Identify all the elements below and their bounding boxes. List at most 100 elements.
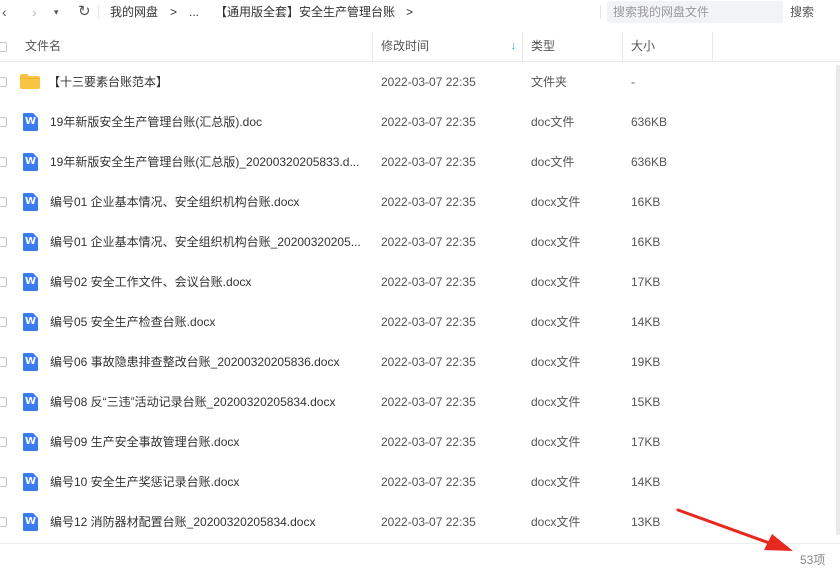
file-size: 16KB (631, 195, 661, 209)
file-type: doc文件 (531, 115, 575, 129)
file-modified-time: 2022-03-07 22:35 (381, 395, 476, 409)
file-type: doc文件 (531, 155, 575, 169)
file-name: 编号01 企业基本情况、安全组织机构台账.docx (50, 195, 300, 209)
file-type: docx文件 (531, 275, 581, 289)
file-modified-time: 2022-03-07 22:35 (381, 235, 476, 249)
file-type: docx文件 (531, 195, 581, 209)
breadcrumb-separator: > (406, 5, 414, 19)
breadcrumb-separator: > (170, 5, 178, 19)
back-icon[interactable]: ‹ (2, 3, 7, 21)
word-doc-icon: W (23, 353, 38, 371)
list-item[interactable]: W 编号02 安全工作文件、会议台账.docx 2022-03-07 22:35… (0, 262, 840, 302)
file-modified-time: 2022-03-07 22:35 (381, 275, 476, 289)
history-dropdown-icon[interactable]: ▾ (54, 3, 59, 21)
file-name: 编号08 反“三违”活动记录台账_20200320205834.docx (50, 395, 336, 409)
file-size: 14KB (631, 475, 661, 489)
row-checkbox[interactable] (0, 477, 7, 487)
row-checkbox[interactable] (0, 357, 7, 367)
file-type: docx文件 (531, 235, 581, 249)
top-toolbar: ‹ › ▾ ↻ 我的网盘 > ... 【通用版全套】安全生产管理台账 > 搜索我… (0, 0, 840, 25)
file-name: 【十三要素台账范本】 (48, 75, 169, 89)
word-doc-icon: W (23, 393, 38, 411)
file-modified-time: 2022-03-07 22:35 (381, 475, 476, 489)
file-size: 17KB (631, 275, 661, 289)
breadcrumb-my-drive[interactable]: 我的网盘 (110, 5, 158, 19)
file-modified-time: 2022-03-07 22:35 (381, 75, 476, 89)
list-item[interactable]: W 编号01 企业基本情况、安全组织机构台账_20200320205... 20… (0, 222, 840, 262)
search-input[interactable]: 搜索我的网盘文件 (607, 1, 783, 23)
word-doc-icon: W (23, 153, 38, 171)
row-checkbox[interactable] (0, 517, 7, 527)
word-doc-icon: W (23, 273, 38, 291)
file-type: docx文件 (531, 315, 581, 329)
row-checkbox[interactable] (0, 437, 7, 447)
row-checkbox[interactable] (0, 397, 7, 407)
word-doc-icon: W (23, 473, 38, 491)
column-header-type[interactable]: 类型 (523, 32, 623, 61)
file-name: 编号05 安全生产检查台账.docx (50, 315, 216, 329)
file-size: 15KB (631, 395, 661, 409)
search-button[interactable]: 搜索 (790, 5, 814, 19)
list-item[interactable]: W 19年新版安全生产管理台账(汇总版)_20200320205833.d...… (0, 142, 840, 182)
file-type: docx文件 (531, 515, 581, 529)
row-checkbox[interactable] (0, 317, 7, 327)
row-checkbox[interactable] (0, 237, 7, 247)
list-item[interactable]: W 编号01 企业基本情况、安全组织机构台账.docx 2022-03-07 2… (0, 182, 840, 222)
file-name: 19年新版安全生产管理台账(汇总版).doc (50, 115, 263, 129)
toolbar-divider (600, 5, 601, 19)
file-size: 13KB (631, 515, 661, 529)
file-size: 19KB (631, 355, 661, 369)
row-checkbox[interactable] (0, 117, 7, 127)
row-checkbox[interactable] (0, 197, 7, 207)
forward-icon[interactable]: › (32, 3, 37, 21)
toolbar-divider (98, 5, 99, 19)
file-type: docx文件 (531, 435, 581, 449)
row-checkbox[interactable] (0, 277, 7, 287)
file-size: 17KB (631, 435, 661, 449)
footer-divider (0, 543, 840, 544)
file-name: 编号01 企业基本情况、安全组织机构台账_20200320205... (50, 235, 361, 249)
list-item[interactable]: W 编号08 反“三违”活动记录台账_20200320205834.docx 2… (0, 382, 840, 422)
file-type: docx文件 (531, 395, 581, 409)
row-checkbox[interactable] (0, 77, 7, 87)
sort-descending-icon[interactable]: ↓ (511, 32, 517, 61)
column-header-name[interactable]: 文件名 (0, 32, 373, 61)
list-item[interactable]: W 编号06 事故隐患排查整改台账_20200320205836.docx 20… (0, 342, 840, 382)
list-item[interactable]: W 编号10 安全生产奖惩记录台账.docx 2022-03-07 22:35 … (0, 462, 840, 502)
word-doc-icon: W (23, 113, 38, 131)
row-checkbox[interactable] (0, 157, 7, 167)
file-name: 编号09 生产安全事故管理台账.docx (50, 435, 240, 449)
breadcrumb-current-folder[interactable]: 【通用版全套】安全生产管理台账 (215, 5, 395, 19)
word-doc-icon: W (23, 193, 38, 211)
list-item[interactable]: W 19年新版安全生产管理台账(汇总版).doc 2022-03-07 22:3… (0, 102, 840, 142)
file-size: - (631, 75, 635, 89)
list-item[interactable]: W 编号05 安全生产检查台账.docx 2022-03-07 22:35 do… (0, 302, 840, 342)
word-doc-icon: W (23, 513, 38, 531)
column-header-size[interactable]: 大小 (623, 32, 713, 61)
file-type: docx文件 (531, 355, 581, 369)
file-name: 编号10 安全生产奖惩记录台账.docx (50, 475, 240, 489)
file-modified-time: 2022-03-07 22:35 (381, 435, 476, 449)
refresh-icon[interactable]: ↻ (78, 3, 91, 21)
file-name: 编号02 安全工作文件、会议台账.docx (50, 275, 252, 289)
list-item[interactable]: W 编号12 消防器材配置台账_20200320205834.docx 2022… (0, 502, 840, 542)
file-type: docx文件 (531, 475, 581, 489)
column-header-modified-label: 修改时间 (381, 39, 430, 53)
column-header-modified[interactable]: 修改时间 ↓ (373, 32, 523, 61)
list-item[interactable]: 【十三要素台账范本】 2022-03-07 22:35 文件夹 - (0, 62, 840, 102)
file-modified-time: 2022-03-07 22:35 (381, 115, 476, 129)
item-count: 53项 (800, 553, 826, 567)
word-doc-icon: W (23, 433, 38, 451)
vertical-scrollbar[interactable] (836, 65, 840, 535)
file-size: 14KB (631, 315, 661, 329)
file-name: 编号12 消防器材配置台账_20200320205834.docx (50, 515, 316, 529)
file-type: 文件夹 (531, 75, 568, 89)
file-size: 636KB (631, 115, 668, 129)
list-item[interactable]: W 编号09 生产安全事故管理台账.docx 2022-03-07 22:35 … (0, 422, 840, 462)
file-modified-time: 2022-03-07 22:35 (381, 315, 476, 329)
file-name: 19年新版安全生产管理台账(汇总版)_20200320205833.d... (50, 155, 360, 169)
word-doc-icon: W (23, 233, 38, 251)
file-list-header: 文件名 修改时间 ↓ 类型 大小 (0, 32, 840, 62)
word-doc-icon: W (23, 313, 38, 331)
breadcrumb-ellipsis[interactable]: ... (189, 5, 199, 19)
